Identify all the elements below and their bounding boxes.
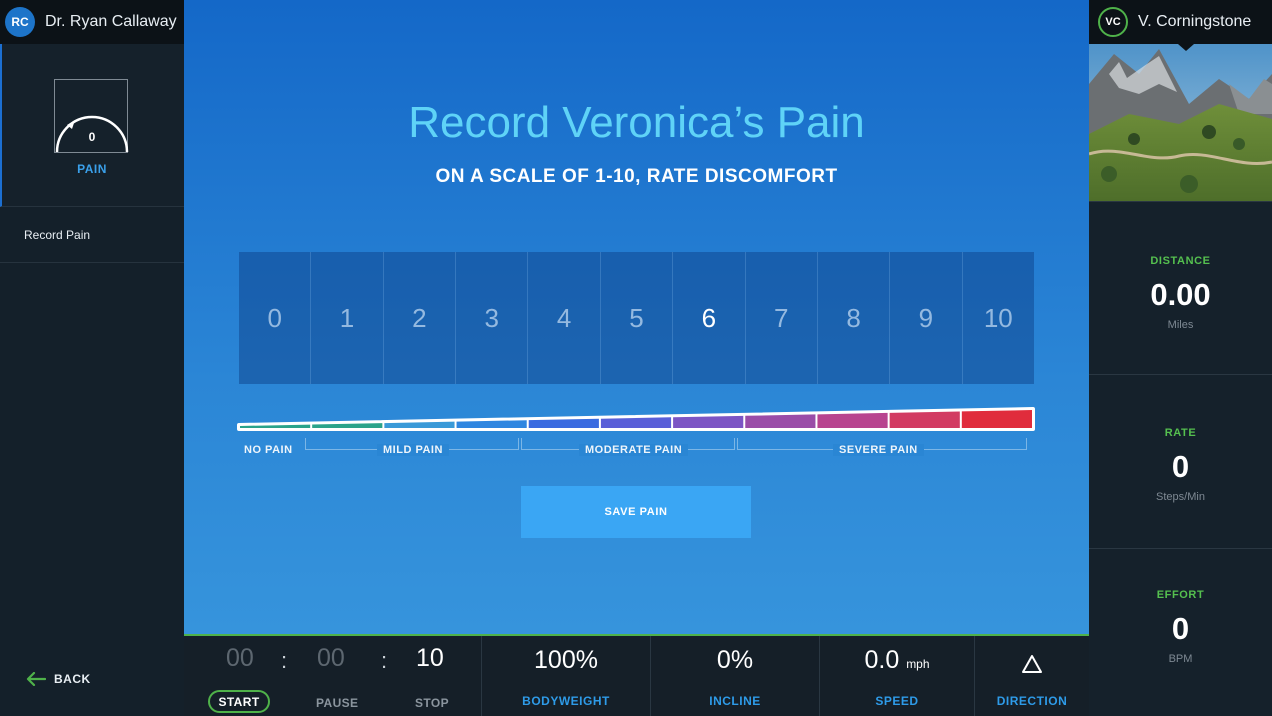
stop-button[interactable]: STOP — [415, 696, 449, 710]
pause-button[interactable]: PAUSE — [316, 696, 358, 710]
pain-panel[interactable]: 0 PAIN — [0, 44, 184, 207]
category-severe-pain: SEVERE PAIN — [833, 444, 924, 456]
rate-metric: RATE 0 Steps/Min — [1089, 374, 1272, 548]
page-subtitle: ON A SCALE OF 1-10, RATE DISCOMFORT — [435, 166, 838, 187]
pain-gauge-value: 0 — [88, 130, 96, 144]
effort-metric: EFFORT 0 BPM — [1089, 548, 1272, 716]
speed-unit: mph — [906, 657, 930, 671]
left-sidebar: RC Dr. Ryan Callaway 0 PAIN Record Pain … — [0, 0, 184, 716]
timer-seconds: 10 — [416, 644, 444, 672]
pain-option-1[interactable]: 1 — [311, 252, 384, 384]
category-moderate-pain: MODERATE PAIN — [579, 444, 689, 456]
bodyweight-control[interactable]: 100% BODYWEIGHT — [482, 636, 651, 716]
page-title: Record Veronica’s Pain — [408, 98, 865, 147]
incline-control[interactable]: 0% INCLINE — [651, 636, 820, 716]
bar-segment-6 — [673, 415, 744, 428]
bar-segment-8 — [817, 412, 888, 428]
pain-option-10[interactable]: 10 — [962, 252, 1034, 384]
patient-name: V. Corningstone — [1138, 13, 1252, 30]
timer-separator: : — [281, 648, 288, 673]
back-button[interactable]: BACK — [26, 672, 91, 686]
bar-segment-10 — [961, 410, 1032, 428]
session-timer: 00 : 00 : 10 START PAUSE STOP — [184, 636, 482, 716]
triangle-up-icon — [1022, 655, 1042, 673]
rate-unit: Steps/Min — [1156, 491, 1205, 503]
bar-segment-7 — [745, 414, 816, 428]
bodyweight-value: 100% — [534, 646, 598, 674]
distance-value: 0.00 — [1150, 277, 1211, 312]
arrow-left-icon — [26, 672, 46, 686]
mountain-scene-image — [1089, 44, 1272, 201]
effort-label: EFFORT — [1156, 589, 1205, 601]
direction-control[interactable]: DIRECTION — [975, 636, 1089, 716]
pain-option-3[interactable]: 3 — [456, 252, 529, 384]
speed-value-line: 0.0 mph — [820, 646, 974, 675]
distance-label: DISTANCE — [1150, 255, 1211, 267]
effort-unit: BPM — [1168, 653, 1193, 665]
timer-separator: : — [381, 648, 388, 673]
pain-scale-selector: 0 1 2 3 4 5 6 7 8 9 10 — [239, 252, 1034, 384]
back-label: BACK — [54, 672, 91, 686]
start-button[interactable]: START — [208, 690, 270, 713]
header-pointer — [1178, 44, 1194, 51]
bodyweight-label: BODYWEIGHT — [522, 694, 610, 708]
clinician-name: Dr. Ryan Callaway — [45, 13, 177, 30]
pain-label: PAIN — [77, 162, 107, 176]
pain-intensity-bar — [237, 404, 1037, 439]
bar-segment-4 — [528, 418, 599, 428]
clinician-avatar: RC — [5, 7, 35, 37]
pain-option-8[interactable]: 8 — [817, 252, 891, 384]
pain-option-5[interactable]: 5 — [600, 252, 674, 384]
patient-header[interactable]: VC V. Corningstone — [1089, 0, 1272, 44]
distance-unit: Miles — [1167, 319, 1194, 331]
distance-metric: DISTANCE 0.00 Miles — [1089, 201, 1272, 374]
pain-category-labels: NO PAIN MILD PAIN MODERATE PAIN SEVERE P… — [239, 438, 1034, 458]
pain-gauge: 0 — [54, 79, 129, 153]
pain-option-4[interactable]: 4 — [528, 252, 601, 384]
direction-label: DIRECTION — [996, 694, 1068, 708]
incline-value: 0% — [716, 646, 754, 674]
save-pain-button[interactable]: SAVE PAIN — [521, 486, 751, 538]
rate-value: 0 — [1171, 449, 1190, 484]
timer-hours: 00 — [226, 644, 254, 672]
pain-option-6[interactable]: 6 — [673, 252, 746, 384]
speed-value: 0.0 — [864, 646, 900, 674]
right-sidebar: VC V. Corningstone DISTANCE 0.00 Miles R… — [1089, 0, 1272, 716]
patient-avatar: VC — [1098, 7, 1128, 37]
pain-option-2[interactable]: 2 — [383, 252, 457, 384]
pain-option-0[interactable]: 0 — [239, 252, 312, 384]
speed-control[interactable]: 0.0 mph SPEED — [820, 636, 975, 716]
app-root: RC Dr. Ryan Callaway 0 PAIN Record Pain … — [0, 0, 1272, 716]
incline-label: INCLINE — [709, 694, 761, 708]
clinician-header[interactable]: RC Dr. Ryan Callaway — [0, 0, 184, 44]
sidebar-item-record-pain[interactable]: Record Pain — [0, 208, 184, 263]
main-panel: Record Veronica’s Pain ON A SCALE OF 1-1… — [184, 0, 1089, 634]
speed-label: SPEED — [875, 694, 919, 708]
rate-label: RATE — [1164, 427, 1197, 439]
pain-option-9[interactable]: 9 — [890, 252, 963, 384]
scenery-image — [1089, 44, 1272, 201]
bar-segment-5 — [600, 417, 672, 428]
session-control-bar: 00 : 00 : 10 START PAUSE STOP 100% BODYW… — [184, 634, 1089, 716]
effort-value: 0 — [1171, 611, 1190, 646]
timer-minutes: 00 — [317, 644, 345, 672]
category-no-pain: NO PAIN — [244, 444, 293, 456]
pain-option-7[interactable]: 7 — [745, 252, 818, 384]
category-mild-pain: MILD PAIN — [377, 444, 449, 456]
bar-segment-9 — [889, 411, 960, 428]
